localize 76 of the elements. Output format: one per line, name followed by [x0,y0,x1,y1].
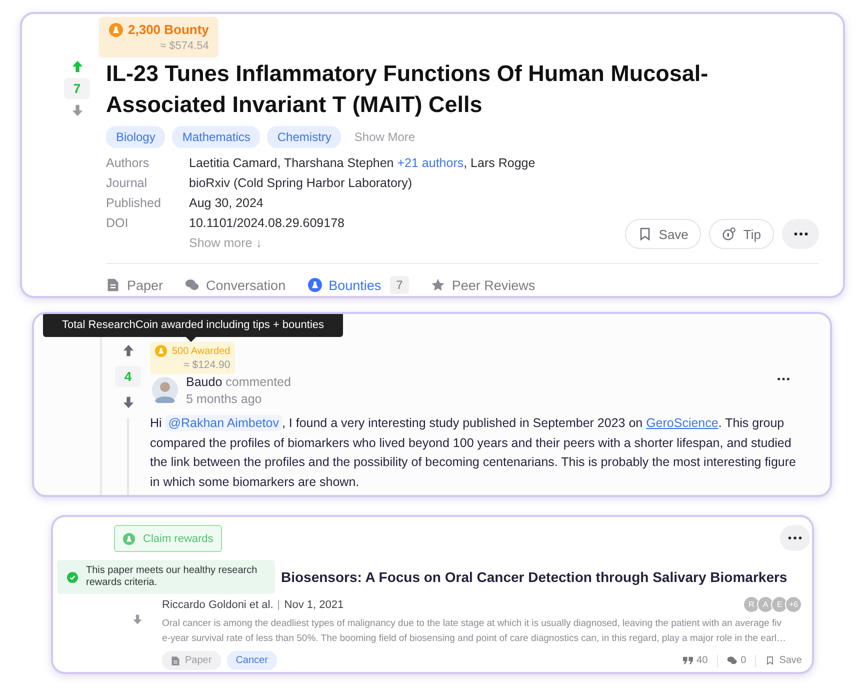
comment-text: Hi @Rakhan Aimbetov , I found a very interesting study published in September 2023 on GeroScience. This group compared the profiles of biomarkers who lived beyond 100 years and their peers with a shorter lifespan, and studied the link between the profiles and the possibility of becoming centenarians. This is probably the most interesting figure in which some biomarkers are shown. [150,414,797,490]
tab[interactable]: Bounties 7 [308,276,409,294]
vote-count: 4 [115,366,141,387]
topic-tag[interactable]: Mathematics [172,126,260,148]
document-icon [106,278,120,292]
author-names: Riccardo Goldoni et al. [162,598,274,610]
flask-icon [123,532,135,544]
coin-plus-icon [722,227,736,241]
author-avatar: E [771,596,788,613]
flask-coin-icon [109,22,123,36]
topic-tag[interactable]: Cancer [226,651,277,670]
comment-count[interactable]: 0 [726,655,746,666]
bounty-usd: ≈ $574.54 [160,40,209,52]
tab[interactable]: Peer Reviews [430,276,536,294]
more-icon [794,232,808,236]
mention-link[interactable]: @Rakhan Aimbetov [165,415,282,431]
publish-date: Nov 1, 2021 [284,598,344,610]
paper-title[interactable]: Biosensors: A Focus on Oral Cancer Detection through Salivary Biomarkers [281,569,788,585]
meta-value: bioRxiv (Cold Spring Harbor Laboratory) [189,176,414,191]
save-button[interactable]: Save [624,219,702,249]
award-usd: ≈ $124.90 [184,359,230,371]
claim-rewards-button[interactable]: Claim rewards [114,525,222,552]
more-button[interactable] [782,219,819,249]
flask-coin-icon [308,278,322,292]
star-icon [430,278,445,292]
tooltip: Total ResearchCoin awarded including tips + bounties [43,314,344,337]
quote-icon [682,656,693,665]
chat-icon [185,278,200,292]
paper-type-chip: Paper [162,651,221,670]
downvote-icon[interactable] [122,396,134,409]
more-button[interactable] [780,525,810,551]
journal-link[interactable]: GeroScience [646,416,718,430]
author-avatar: R [743,596,760,613]
tooltip-pointer-icon [186,337,196,342]
authors-link[interactable]: +21 authors [397,156,464,170]
abstract-line: Oral cancer is among the deadliest types of malignancy due to the late stage at which it is usually diagnosed, leaving the patient with an average fiv [162,617,782,631]
tab[interactable]: Conversation [185,276,286,294]
bookmark-icon [638,227,652,241]
abstract-line: e-year survival rate of less than 50%. The booming field of biosensing and point of care diagnostics can, in this regard, play a major role in the earl… [162,632,787,646]
topic-tag[interactable]: Chemistry [267,126,342,148]
more-icon [788,536,802,540]
document-icon [171,656,180,666]
show-more-link[interactable]: Show more ↓ [189,236,536,251]
bounty-amount: 2,300 Bounty [128,22,209,37]
avatar-icon [152,377,178,403]
more-icon[interactable] [777,377,790,381]
citation-count: 40 [682,655,708,666]
tab[interactable]: Paper [106,276,164,294]
tab-count: 7 [390,276,409,294]
paper-title: IL-23 Tunes Inflammatory Functions Of Human Mucosal-Associated Invariant T (MAIT) Cells [106,60,710,119]
meta-label: Authors [106,156,150,171]
author-avatar: +6 [785,596,802,613]
toast-text: This paper meets our healthy research rewards criteria. [86,565,258,589]
author-name[interactable]: Baudo [186,375,222,389]
meta-value: 10.1101/2024.08.29.609178 [189,216,346,231]
meta-label: Journal [106,176,148,191]
check-icon [67,572,78,582]
meta-value: Laetitia Camard, Tharshana Stephen +21 authors, Lars Rogge [189,156,536,171]
tip-button[interactable]: Tip [709,219,774,249]
comment-time: 5 months ago [186,392,263,407]
award-amount: 500 Awarded [172,346,230,356]
chat-icon [726,656,737,665]
flask-coin-icon [155,345,167,357]
comment-action: commented [226,375,291,389]
meta-label: DOI [106,216,130,231]
save-button[interactable]: Save [765,655,802,666]
vote-count: 7 [64,78,90,99]
bookmark-icon [765,656,776,665]
topic-tag[interactable]: Biology [106,126,166,148]
meta-label: Published [106,196,162,211]
downvote-icon[interactable] [70,104,84,117]
meta-value: Aug 30, 2024 [189,196,264,211]
downvote-icon[interactable] [132,614,143,625]
author-avatar: A [757,596,774,613]
show-more-link[interactable]: Show More [354,130,416,144]
upvote-icon[interactable] [122,344,134,357]
